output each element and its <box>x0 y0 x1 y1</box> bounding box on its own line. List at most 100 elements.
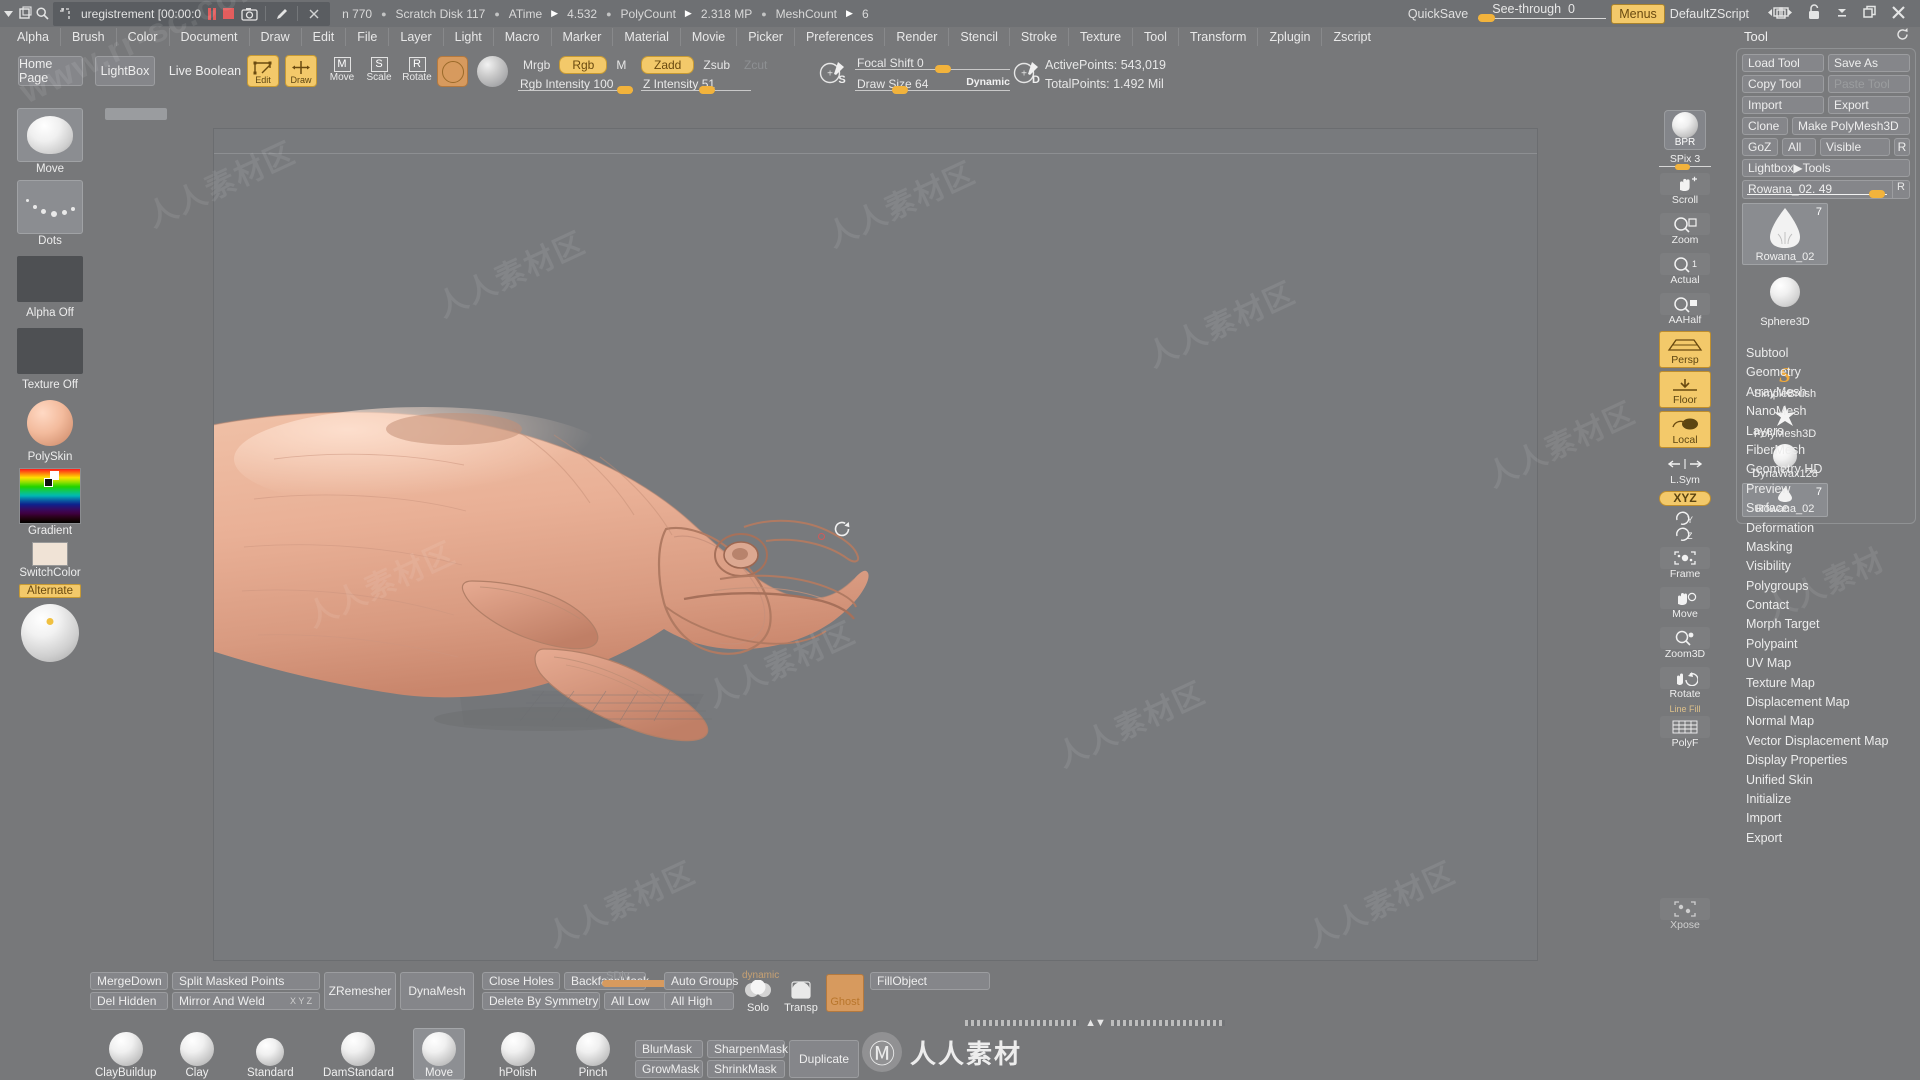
auto-groups-button[interactable]: Auto Groups <box>664 972 738 990</box>
rail-item-scroll[interactable]: Scroll <box>1659 171 1711 208</box>
alpha-thumbnail[interactable] <box>17 252 83 306</box>
color-picker-icon[interactable] <box>19 468 81 524</box>
menu-item-macro[interactable]: Macro <box>494 28 552 46</box>
subpalette-export[interactable]: Export <box>1734 829 1920 848</box>
subpalette-fibermesh[interactable]: FiberMesh <box>1734 441 1920 460</box>
subpalette-layers[interactable]: Layers <box>1734 422 1920 441</box>
split-masked-points-button[interactable]: Split Masked Points <box>172 972 320 990</box>
tool-item-sphere3d[interactable]: Sphere3D <box>1742 267 1828 329</box>
edit-button[interactable]: Edit <box>247 55 279 87</box>
rail-item-rotate-y[interactable]: Y <box>1659 511 1711 526</box>
rail-item-xpose[interactable]: Xpose <box>1659 896 1711 933</box>
close-icon[interactable] <box>1891 5 1906 23</box>
brush-clay[interactable]: Clay <box>180 1032 214 1079</box>
restore-icon[interactable] <box>1863 5 1877 22</box>
transp-button[interactable]: Transp <box>780 980 822 1014</box>
quicksave-button[interactable]: QuickSave <box>1398 7 1478 21</box>
tool-item-rowana02[interactable]: 7 Rowana_02 <box>1742 203 1828 265</box>
rail-item-aahalf[interactable]: AAHalf <box>1659 291 1711 328</box>
subpalette-morph-target[interactable]: Morph Target <box>1734 615 1920 634</box>
stroke-thumbnail[interactable] <box>17 180 83 234</box>
brush-hpolish[interactable]: hPolish <box>499 1032 537 1079</box>
rgb-intensity-slider[interactable]: Rgb Intensity 100 <box>518 77 633 94</box>
slider-knob[interactable] <box>1478 14 1496 22</box>
load-tool-button[interactable]: Load Tool <box>1742 54 1824 72</box>
menu-item-texture[interactable]: Texture <box>1069 28 1134 46</box>
project-icon[interactable] <box>17 5 34 22</box>
make-polymesh3d-button[interactable]: Make PolyMesh3D <box>1792 117 1910 135</box>
brush-damstandard[interactable]: DamStandard <box>323 1032 394 1079</box>
menu-item-color[interactable]: Color <box>117 28 170 46</box>
material-swatch[interactable] <box>477 56 508 87</box>
pencil-icon[interactable] <box>273 5 290 22</box>
texture-thumbnail[interactable] <box>17 324 83 378</box>
subpalette-normal-map[interactable]: Normal Map <box>1734 712 1920 731</box>
duplicate-button[interactable]: Duplicate <box>789 1040 859 1078</box>
draw-button[interactable]: Draw <box>285 55 317 87</box>
background-swatch[interactable] <box>44 478 53 487</box>
home-page-button[interactable]: Home Page <box>18 56 83 86</box>
lock-icon[interactable] <box>1807 4 1821 23</box>
zsub-button[interactable]: Zsub <box>698 57 735 73</box>
menu-item-alpha[interactable]: Alpha <box>6 28 61 46</box>
draw-size-icon[interactable]: + D <box>1012 58 1042 89</box>
lightbox-button[interactable]: LightBox <box>95 56 155 86</box>
visible-button[interactable]: Visible <box>1820 138 1890 156</box>
menu-item-edit[interactable]: Edit <box>302 28 347 46</box>
menu-item-render[interactable]: Render <box>885 28 950 46</box>
rail-item-lsym[interactable]: L.Sym <box>1659 451 1711 488</box>
menu-item-document[interactable]: Document <box>170 28 250 46</box>
search-icon[interactable] <box>34 5 51 22</box>
z-intensity-slider[interactable]: Z Intensity 51 <box>641 77 751 94</box>
rail-item-floor[interactable]: Floor <box>1659 371 1711 408</box>
scale-button[interactable]: S Scale <box>361 56 397 88</box>
menu-item-zplugin[interactable]: Zplugin <box>1258 28 1323 46</box>
stop-icon[interactable] <box>223 8 235 19</box>
subpalette-texture-map[interactable]: Texture Map <box>1734 674 1920 693</box>
menu-item-stencil[interactable]: Stencil <box>949 28 1010 46</box>
menu-item-brush[interactable]: Brush <box>61 28 117 46</box>
crop-icon[interactable] <box>57 5 74 22</box>
m-button[interactable]: M <box>611 57 631 73</box>
zadd-button[interactable]: Zadd <box>641 56 695 74</box>
growmask-button[interactable]: GrowMask <box>635 1060 703 1078</box>
subpalette-deformation[interactable]: Deformation <box>1734 519 1920 538</box>
recording-panel[interactable]: uregistrement [00:00:0 <box>53 1 331 26</box>
rail-item-move[interactable]: Move <box>1659 585 1711 622</box>
slider-knob[interactable] <box>935 65 951 73</box>
brush-standard[interactable]: Standard <box>247 1038 294 1079</box>
slider-knob[interactable] <box>1675 164 1690 170</box>
menu-item-tool[interactable]: Tool <box>1133 28 1179 46</box>
lightbox-tools-button[interactable]: Lightbox▶Tools <box>1742 159 1910 177</box>
subpalette-displacement-map[interactable]: Displacement Map <box>1734 693 1920 712</box>
brush-pinch[interactable]: Pinch <box>576 1032 610 1079</box>
subpalette-display-properties[interactable]: Display Properties <box>1734 751 1920 770</box>
ghost-button[interactable]: Ghost <box>826 974 864 1012</box>
goz-button[interactable]: GoZ <box>1742 138 1778 156</box>
menu-item-layer[interactable]: Layer <box>389 28 444 46</box>
sidebar-item-color-picker[interactable]: Gradient <box>17 468 83 537</box>
export-button[interactable]: Export <box>1828 96 1910 114</box>
all-button[interactable]: All <box>1782 138 1816 156</box>
switch-color-swatch[interactable] <box>32 542 68 566</box>
tool-item-slider[interactable]: Rowana_02. 49 R <box>1742 180 1910 199</box>
menu-item-marker[interactable]: Marker <box>552 28 614 46</box>
sidebar-item-material[interactable]: PolySkin <box>17 396 83 463</box>
save-as-button[interactable]: Save As <box>1828 54 1910 72</box>
focal-shift-slider[interactable]: Focal Shift 0 <box>855 56 1010 73</box>
slider-knob[interactable] <box>617 86 633 94</box>
subpalette-uv-map[interactable]: UV Map <box>1734 654 1920 673</box>
fillobject-button[interactable]: FillObject <box>870 972 990 990</box>
rail-item-rotate[interactable]: Rotate <box>1659 665 1711 702</box>
move-button[interactable]: M Move <box>324 56 360 88</box>
slider-knob[interactable] <box>1869 190 1885 198</box>
import-button[interactable]: Import <box>1742 96 1824 114</box>
subpalette-arraymesh[interactable]: ArrayMesh <box>1734 383 1920 402</box>
brush-move[interactable]: Move <box>413 1028 465 1080</box>
sidebar-item-brush[interactable]: Move <box>17 108 83 175</box>
sharpenmask-button[interactable]: SharpenMask <box>707 1040 788 1058</box>
dynamesh-button[interactable]: DynaMesh <box>400 972 474 1010</box>
subpalette-surface[interactable]: Surface <box>1734 499 1920 518</box>
subpalette-import[interactable]: Import <box>1734 809 1920 828</box>
draw-size-slider[interactable]: Draw Size 64 Dynamic <box>855 76 1010 94</box>
